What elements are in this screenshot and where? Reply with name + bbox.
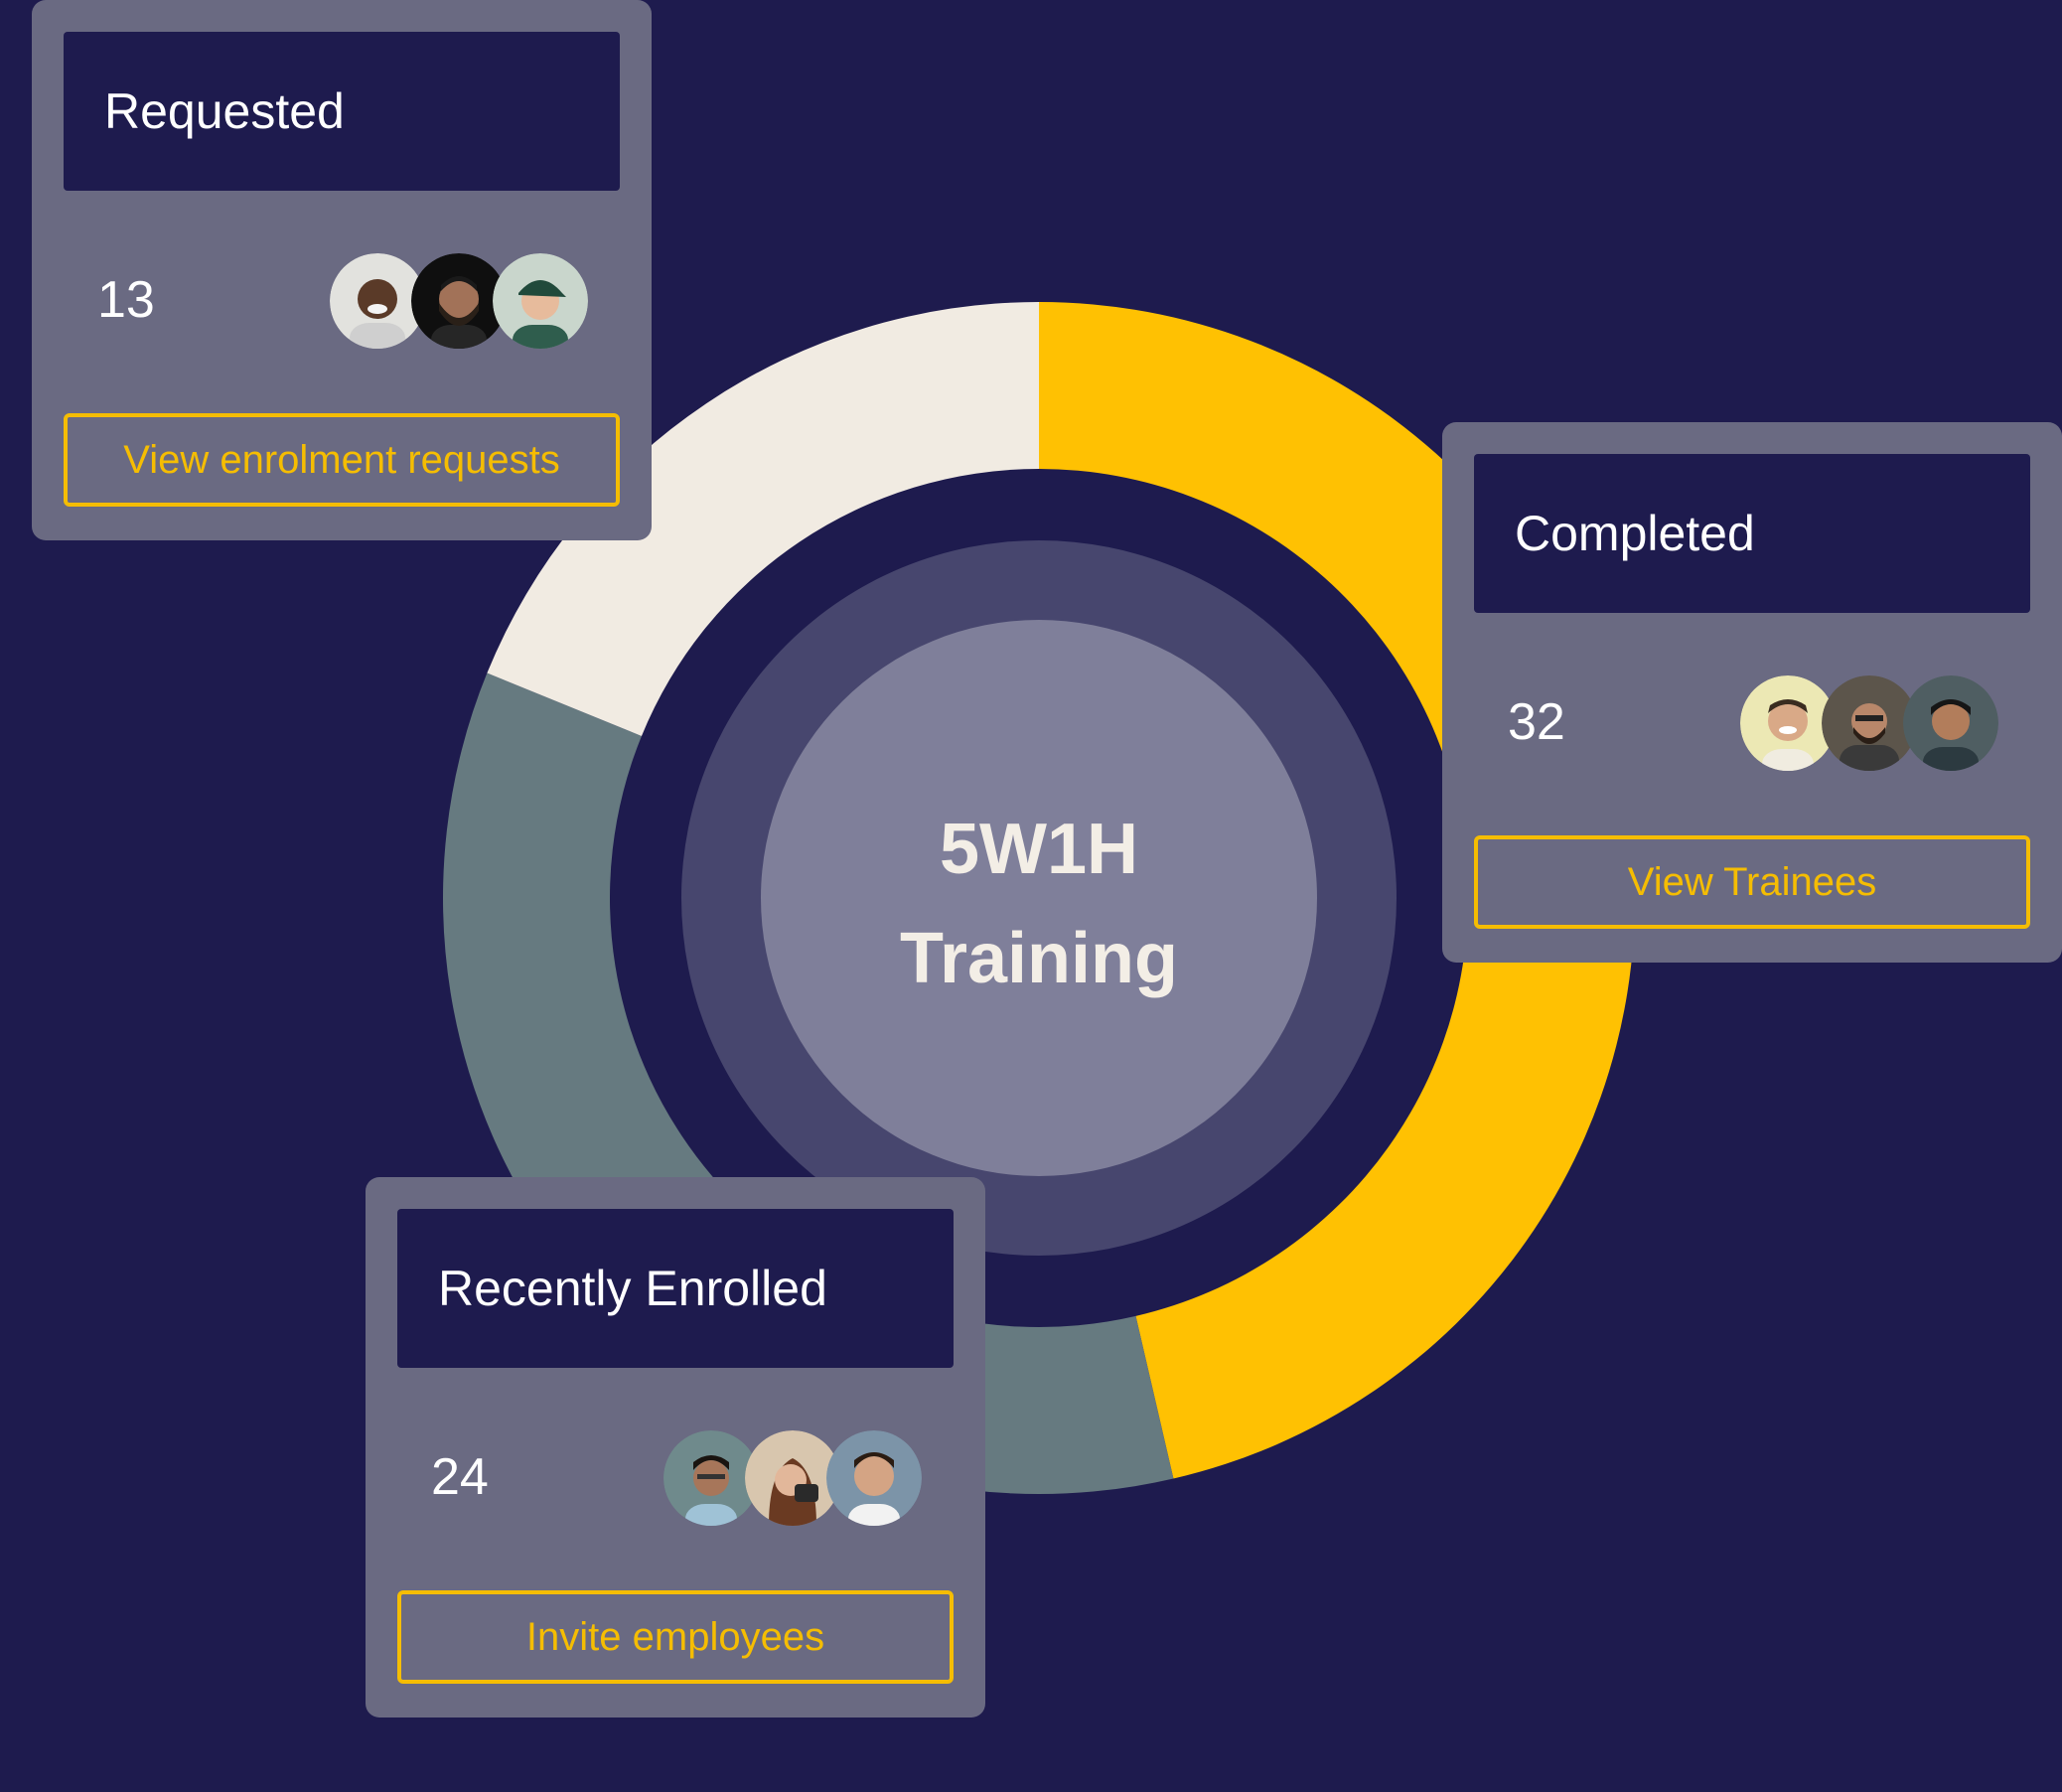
invite-employees-button[interactable]: Invite employees xyxy=(397,1590,954,1684)
requested-card-header: Requested xyxy=(64,32,620,191)
avatar xyxy=(493,253,588,349)
requested-card: Requested 13 View enrolment requests xyxy=(32,0,652,540)
enrolled-count: 24 xyxy=(431,1448,489,1506)
completed-card-title: Completed xyxy=(1515,506,1755,561)
center-title-line-2: Training xyxy=(899,919,1179,998)
enrolled-card-title: Recently Enrolled xyxy=(438,1261,827,1316)
chart-center-label: 5W1H Training xyxy=(840,795,1238,1013)
enrolled-card-header: Recently Enrolled xyxy=(397,1209,954,1368)
training-overview: 5W1H Training Requested 13 View enrolmen… xyxy=(0,0,2062,1792)
center-title-line-1: 5W1H xyxy=(939,810,1139,889)
avatar xyxy=(1903,675,1998,771)
completed-card: Completed 32 View Trainees xyxy=(1442,422,2062,963)
requested-avatar-group xyxy=(330,253,588,351)
completed-avatar-group xyxy=(1740,675,1998,773)
requested-card-title: Requested xyxy=(104,83,345,139)
requested-count: 13 xyxy=(97,271,155,329)
view-trainees-button[interactable]: View Trainees xyxy=(1474,835,2030,929)
completed-card-header: Completed xyxy=(1474,454,2030,613)
recently-enrolled-card: Recently Enrolled 24 Invite employees xyxy=(366,1177,985,1717)
avatar xyxy=(826,1430,922,1526)
enrolled-avatar-group xyxy=(663,1430,922,1528)
view-enrolment-requests-button[interactable]: View enrolment requests xyxy=(64,413,620,507)
completed-count: 32 xyxy=(1508,693,1565,751)
